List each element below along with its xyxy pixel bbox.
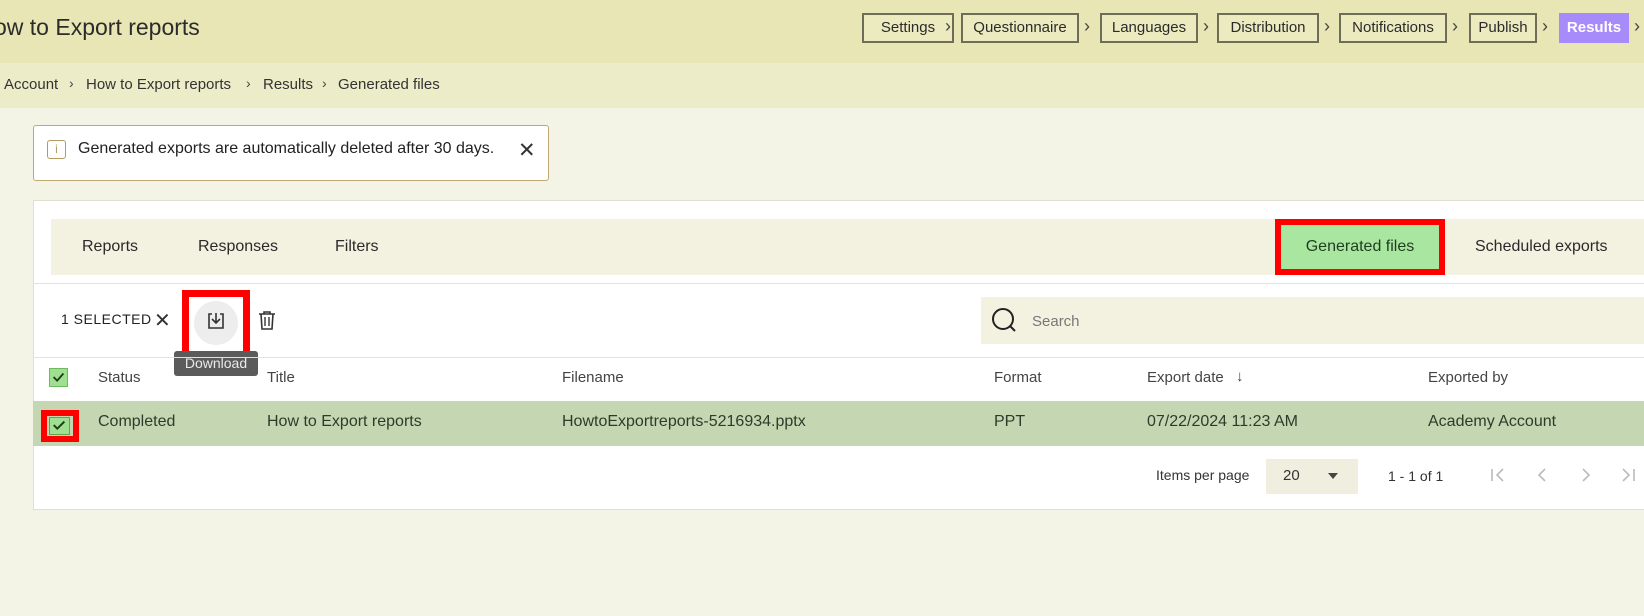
breadcrumb-results[interactable]: Results	[263, 76, 313, 93]
tab-generated-files[interactable]: Generated files	[1275, 219, 1445, 275]
column-exported-by[interactable]: Exported by	[1428, 369, 1508, 386]
page-title: ow to Export reports	[0, 14, 200, 40]
items-per-page-label: Items per page	[1156, 467, 1250, 483]
chevron-right-icon: ›	[246, 75, 251, 91]
chevron-right-icon: ›	[945, 16, 951, 36]
breadcrumb-current: Generated files	[338, 76, 440, 93]
chevron-right-icon: ›	[1203, 16, 1209, 36]
chevron-right-icon: ›	[69, 75, 74, 91]
column-filename[interactable]: Filename	[562, 369, 624, 386]
cell-title: How to Export reports	[267, 413, 422, 430]
tab-responses[interactable]: Responses	[198, 238, 278, 256]
select-all-checkbox[interactable]	[49, 368, 68, 387]
notice-text: Generated exports are automatically dele…	[78, 140, 495, 157]
next-page-icon[interactable]	[1576, 465, 1596, 485]
column-export-date[interactable]: Export date	[1147, 369, 1224, 386]
search-icon	[992, 308, 1016, 332]
breadcrumb-survey[interactable]: How to Export reports	[86, 76, 231, 93]
step-settings[interactable]: Settings	[862, 13, 954, 43]
cell-filename: HowtoExportreports-5216934.pptx	[562, 413, 806, 430]
selection-count: 1 SELECTED	[61, 311, 152, 327]
sort-arrow-down-icon[interactable]: ↓	[1236, 368, 1244, 385]
step-publish[interactable]: Publish	[1469, 13, 1537, 43]
cell-exported-by: Academy Account	[1428, 413, 1557, 430]
column-format[interactable]: Format	[994, 369, 1042, 386]
chevron-right-icon: ›	[1324, 16, 1330, 36]
pagination-range: 1 - 1 of 1	[1388, 468, 1444, 484]
check-icon	[52, 372, 65, 382]
info-notice: i Generated exports are automatically de…	[33, 125, 549, 181]
step-languages[interactable]: Languages	[1100, 13, 1198, 43]
row-checkbox[interactable]	[49, 417, 70, 435]
tab-filters[interactable]: Filters	[335, 238, 379, 256]
chevron-right-icon: ›	[322, 75, 327, 91]
info-icon: i	[47, 140, 66, 159]
cell-status: Completed	[98, 413, 176, 430]
previous-page-icon[interactable]	[1532, 465, 1552, 485]
step-notifications[interactable]: Notifications	[1339, 13, 1447, 43]
download-highlight	[182, 290, 250, 358]
page-size-value: 20	[1283, 467, 1300, 484]
step-distribution[interactable]: Distribution	[1217, 13, 1319, 43]
chevron-right-icon: ›	[1084, 16, 1090, 36]
check-icon	[53, 420, 66, 431]
download-tooltip: Download	[174, 351, 258, 376]
first-page-icon[interactable]	[1488, 465, 1508, 485]
chevron-right-icon: ›	[1542, 16, 1548, 36]
trash-icon[interactable]	[256, 309, 278, 331]
last-page-icon[interactable]	[1618, 465, 1638, 485]
caret-down-icon	[1328, 473, 1338, 479]
divider	[33, 357, 1644, 358]
step-questionnaire[interactable]: Questionnaire	[961, 13, 1079, 43]
clear-selection-icon[interactable]: ✕	[154, 308, 171, 333]
cell-export-date: 07/22/2024 11:23 AM	[1147, 413, 1298, 430]
tab-reports[interactable]: Reports	[82, 238, 138, 256]
chevron-right-icon: ›	[1634, 16, 1640, 36]
tab-scheduled-exports[interactable]: Scheduled exports	[1475, 238, 1608, 256]
step-results[interactable]: Results	[1559, 13, 1629, 43]
column-title[interactable]: Title	[267, 369, 295, 386]
cell-format: PPT	[994, 413, 1026, 430]
column-status[interactable]: Status	[98, 369, 141, 386]
chevron-right-icon: ›	[1452, 16, 1458, 36]
search-input[interactable]	[1030, 304, 1624, 338]
close-icon[interactable]: ✕	[518, 138, 536, 163]
page-size-select[interactable]	[1266, 459, 1358, 494]
divider	[33, 283, 1644, 284]
breadcrumb-account[interactable]: Account	[4, 76, 58, 93]
